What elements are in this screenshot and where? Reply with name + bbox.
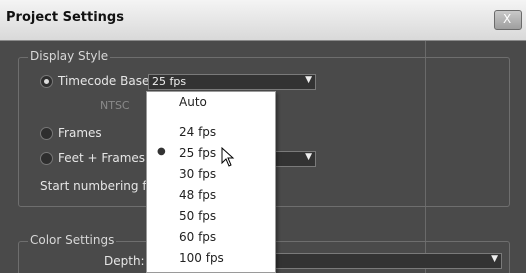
chevron-down-icon: ▼ (305, 75, 312, 85)
option-label: 24 fps (179, 125, 217, 139)
option-label: Auto (179, 95, 207, 109)
dropdown-option[interactable]: 50 fps (147, 206, 275, 227)
dropdown-option[interactable]: Auto (147, 92, 275, 113)
feet-frames-radio[interactable] (40, 152, 53, 165)
option-label: 60 fps (179, 230, 217, 244)
frames-label: Frames (58, 126, 102, 140)
close-icon: X (503, 12, 512, 26)
feet-frames-label: Feet + Frames: (58, 151, 150, 165)
chevron-down-icon: ▼ (491, 254, 498, 264)
selected-dot-icon: ● (157, 146, 166, 157)
option-label: 100 fps (179, 251, 224, 265)
dropdown-option[interactable]: 48 fps (147, 185, 275, 206)
dropdown-option[interactable]: 24 fps (147, 122, 275, 143)
dropdown-option[interactable]: 100 fps (147, 248, 275, 269)
option-label: 30 fps (179, 167, 217, 181)
color-settings-legend: Color Settings (28, 233, 117, 247)
dropdown-option-selected[interactable]: ● 25 fps (147, 143, 275, 164)
depth-label: Depth: (104, 254, 145, 268)
mouse-cursor-icon (221, 147, 235, 167)
option-label: 50 fps (179, 209, 217, 223)
ntsc-label: NTSC (100, 99, 130, 112)
dropdown-option[interactable]: 60 fps (147, 227, 275, 248)
timecode-base-value: 25 fps (152, 75, 187, 88)
close-button[interactable]: X (494, 10, 522, 30)
dialog-title: Project Settings (6, 10, 124, 25)
display-style-legend: Display Style (28, 49, 111, 63)
timecode-base-select[interactable]: 25 fps ▼ (148, 74, 316, 90)
timecode-base-label: Timecode Base: (58, 74, 154, 88)
project-settings-dialog: Project Settings X Display Style Timecod… (0, 0, 526, 273)
frames-radio[interactable] (40, 127, 53, 140)
dropdown-option[interactable]: 30 fps (147, 164, 275, 185)
timecode-base-dropdown-list: Auto 24 fps ● 25 fps 30 fps 48 fps 50 fp… (146, 91, 276, 273)
option-label: 25 fps (179, 146, 217, 160)
chevron-down-icon: ▼ (305, 152, 312, 162)
timecode-base-radio[interactable] (40, 75, 53, 88)
title-bar: Project Settings X (0, 0, 526, 41)
option-label: 48 fps (179, 188, 217, 202)
